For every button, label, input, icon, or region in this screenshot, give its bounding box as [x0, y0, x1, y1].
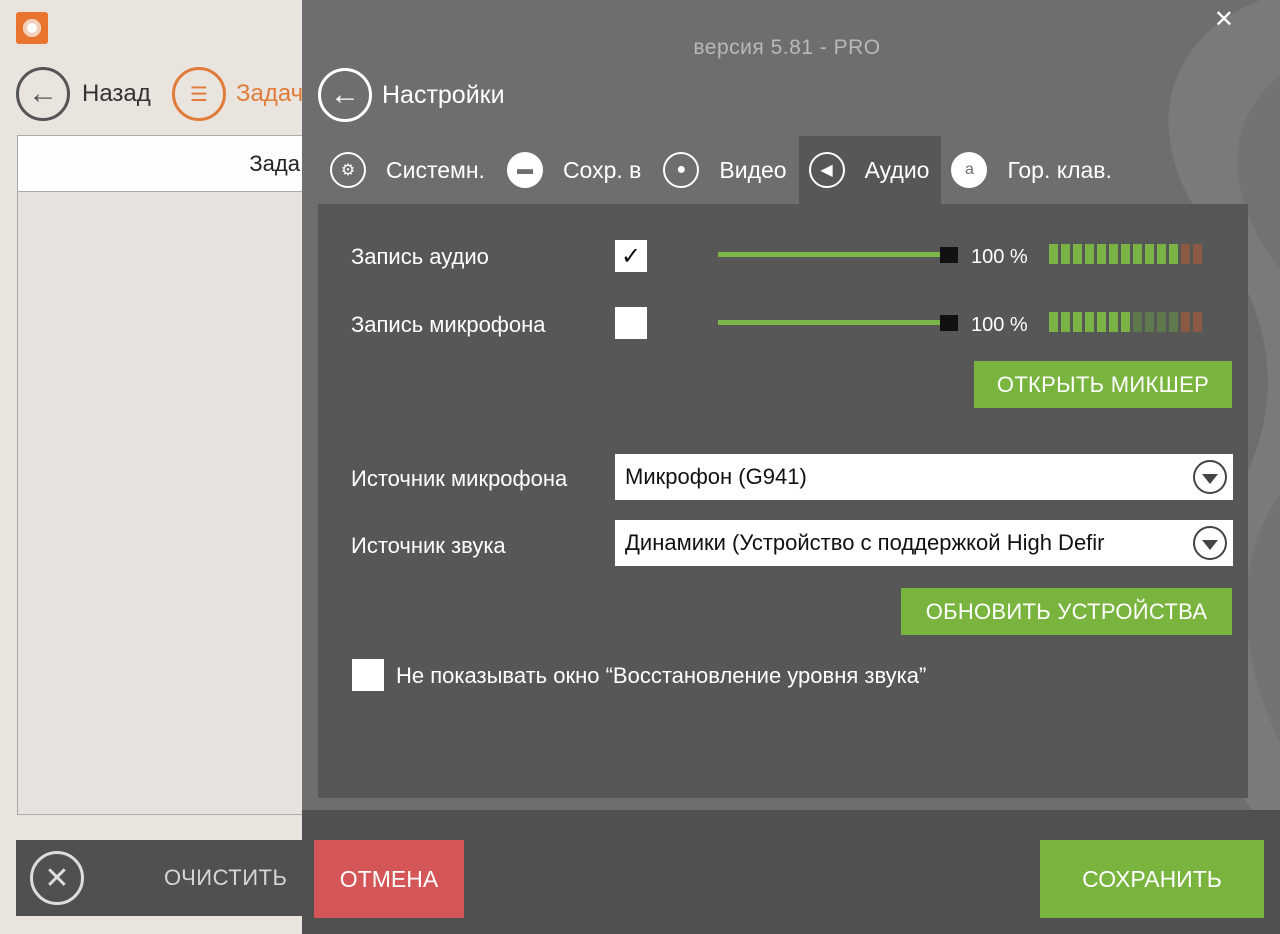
- tasks-table: Зада: [17, 135, 307, 815]
- main-window: ← Назад ☰ Задач Зада ✕ ОЧИСТИТЬ: [0, 0, 310, 934]
- tab-hotkeys[interactable]: a Гор. клав.: [941, 136, 1123, 204]
- settings-tabs: ⚙ Системн. ▬ Сохр. в ● Видео ◀ Аудио a Г…: [320, 136, 1124, 204]
- slider-thumb[interactable]: [940, 315, 958, 331]
- back-button[interactable]: ← Назад: [16, 66, 151, 122]
- tab-audio[interactable]: ◀ Аудио: [798, 136, 942, 204]
- save-button[interactable]: СОХРАНИТЬ: [1040, 840, 1264, 918]
- record-mic-volume-slider[interactable]: [718, 315, 958, 331]
- clear-icon[interactable]: ✕: [30, 851, 84, 905]
- record-mic-label: Запись микрофона: [351, 312, 546, 337]
- table-header: Зада: [18, 136, 306, 192]
- dont-show-restore-label: Не показывать окно “Восстановление уровн…: [396, 663, 927, 688]
- hotkey-icon: a: [951, 152, 988, 188]
- settings-back-button[interactable]: ← Настройки: [318, 68, 505, 122]
- page-title: Настройки: [382, 80, 505, 109]
- tasks-button[interactable]: ☰ Задач: [172, 66, 303, 122]
- open-mixer-button[interactable]: ОТКРЫТЬ МИКШЕР: [974, 361, 1232, 408]
- settings-footer: ОТМЕНА СОХРАНИТЬ: [302, 810, 1280, 934]
- mic-source-select[interactable]: Микрофон (G941): [615, 454, 1233, 500]
- record-audio-label: Запись аудио: [351, 244, 489, 269]
- gears-icon: ⚙: [330, 152, 366, 188]
- slider-thumb[interactable]: [940, 247, 958, 263]
- record-audio-level-meter: [1049, 244, 1202, 264]
- arrow-left-icon: ←: [318, 68, 372, 122]
- arrow-left-icon: ←: [16, 67, 70, 121]
- record-icon: ●: [663, 152, 700, 188]
- tab-label: Сохр. в: [562, 156, 642, 183]
- clear-button[interactable]: ОЧИСТИТЬ: [164, 865, 287, 891]
- chevron-down-icon[interactable]: [1193, 460, 1227, 494]
- task-list-icon: ☰: [172, 67, 226, 121]
- folder-icon: ▬: [506, 152, 543, 188]
- record-mic-volume-value: 100 %: [971, 314, 1028, 336]
- sound-source-value: Динамики (Устройство с поддержкой High D…: [625, 530, 1105, 555]
- checkmark-icon: ✓: [620, 242, 642, 270]
- settings-panel: ✕ версия 5.81 - PRO ← Настройки ⚙ Систем…: [302, 0, 1280, 934]
- tab-video[interactable]: ● Видео: [653, 136, 798, 204]
- dont-show-restore-checkbox[interactable]: [352, 659, 384, 691]
- record-audio-checkbox[interactable]: ✓: [615, 240, 647, 272]
- audio-settings-content: Запись аудио ✓ 100 % Запись микрофона 10…: [318, 204, 1248, 798]
- record-mic-checkbox[interactable]: [615, 307, 647, 339]
- tab-system[interactable]: ⚙ Системн.: [320, 136, 497, 204]
- record-mic-level-meter: [1049, 312, 1202, 332]
- chevron-down-icon[interactable]: [1193, 526, 1227, 560]
- sound-source-label: Источник звука: [351, 533, 506, 558]
- refresh-devices-button[interactable]: ОБНОВИТЬ УСТРОЙСТВА: [901, 588, 1232, 635]
- version-label: версия 5.81 - PRO: [693, 36, 881, 59]
- cancel-button[interactable]: ОТМЕНА: [314, 840, 464, 918]
- back-label: Назад: [82, 80, 151, 107]
- tab-label: Системн.: [386, 156, 485, 183]
- main-footer: ✕ ОЧИСТИТЬ: [16, 840, 310, 916]
- app-logo-icon: [16, 12, 48, 44]
- close-icon[interactable]: ✕: [1214, 6, 1234, 34]
- record-audio-volume-slider[interactable]: [718, 247, 958, 263]
- tab-label: Гор. клав.: [1007, 156, 1112, 183]
- sound-source-select[interactable]: Динамики (Устройство с поддержкой High D…: [615, 520, 1233, 566]
- tab-label: Аудио: [864, 156, 930, 183]
- tab-label: Видео: [719, 156, 787, 183]
- tab-save-to[interactable]: ▬ Сохр. в: [497, 136, 653, 204]
- speaker-icon: ◀: [808, 152, 845, 188]
- mic-source-label: Источник микрофона: [351, 466, 568, 491]
- record-audio-volume-value: 100 %: [971, 246, 1028, 268]
- tasks-label: Задач: [236, 80, 304, 107]
- mic-source-value: Микрофон (G941): [625, 464, 807, 489]
